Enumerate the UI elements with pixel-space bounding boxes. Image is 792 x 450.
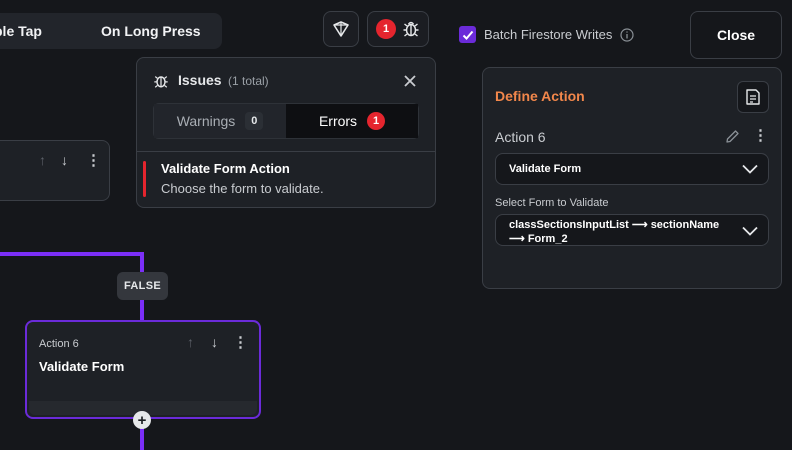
info-icon[interactable] [620,28,634,42]
trigger-tabs: ble Tap On Long Press [0,13,222,49]
action-node-title: Validate Form [39,359,125,374]
move-down-icon[interactable]: ↓ [211,334,218,350]
tab-warnings-label: Warnings [176,113,236,129]
action-type-value: Validate Form [509,163,582,175]
close-icon[interactable] [403,74,417,88]
tab-errors[interactable]: Errors 1 [286,104,418,138]
tab-on-long-press[interactable]: On Long Press [101,23,201,39]
action-name-label: Action 6 [495,129,546,145]
issue-item-title: Validate Form Action [161,161,290,176]
issues-title: Issues [178,72,222,88]
error-count-badge: 1 [376,19,396,39]
issues-segmented-control: Warnings 0 Errors 1 [153,103,419,139]
more-options-icon[interactable]: ⋮ [753,126,768,144]
batch-writes-label: Batch Firestore Writes [484,27,613,42]
tab-errors-label: Errors [318,113,358,129]
ai-agent-button[interactable] [323,11,359,47]
move-up-icon[interactable]: ↑ [39,152,46,168]
chevron-down-icon [742,226,758,236]
action-type-dropdown[interactable]: Validate Form [495,153,769,185]
batch-writes-checkbox[interactable] [459,26,476,43]
chevron-down-icon [742,164,758,174]
define-action-title: Define Action [495,88,585,104]
more-options-icon[interactable]: ⋮ [233,333,248,351]
move-up-icon[interactable]: ↑ [187,334,194,350]
issues-toggle-button[interactable]: 1 [367,11,429,47]
form-select-value-line2: ⟶ Form_2 [509,233,568,245]
issues-total: (1 total) [228,74,269,88]
add-action-button[interactable]: + [133,411,151,429]
define-action-panel: Define Action Action 6 ⋮ Validate Form S… [482,67,782,289]
form-select-label: Select Form to Validate [495,197,609,209]
issue-item[interactable]: Validate Form Action Choose the form to … [137,152,435,207]
error-indicator [143,161,146,197]
warnings-count-badge: 0 [245,112,264,130]
more-options-icon[interactable]: ⋮ [86,151,101,169]
form-select-dropdown[interactable]: classSectionsInputList ⟶ sectionName ⟶ F… [495,214,769,246]
false-branch-label: FALSE [117,272,168,300]
action-node-validate-form[interactable]: Action 6 ↑ ↓ ⋮ Validate Form [25,320,261,419]
bug-icon [154,76,168,88]
edit-icon[interactable] [725,129,740,144]
action-node-label: Action 6 [39,338,79,350]
issue-item-description: Choose the form to validate. [161,181,324,196]
form-select-value-line1: classSectionsInputList ⟶ sectionName [509,219,720,231]
errors-count-badge: 1 [367,112,386,130]
add-note-button[interactable] [737,81,769,113]
tab-on-double-tap[interactable]: ble Tap [0,23,42,39]
bug-icon [403,21,419,37]
checkmark-icon [462,30,473,40]
tab-warnings[interactable]: Warnings 0 [154,104,286,138]
previous-action-card[interactable]: ↑ ↓ ⋮ [0,140,110,201]
issues-panel: Issues (1 total) Warnings 0 Errors 1 Val… [136,57,436,208]
close-button[interactable]: Close [690,11,782,59]
ai-spark-icon [333,21,349,37]
note-add-icon [746,89,760,105]
move-down-icon[interactable]: ↓ [61,152,68,168]
